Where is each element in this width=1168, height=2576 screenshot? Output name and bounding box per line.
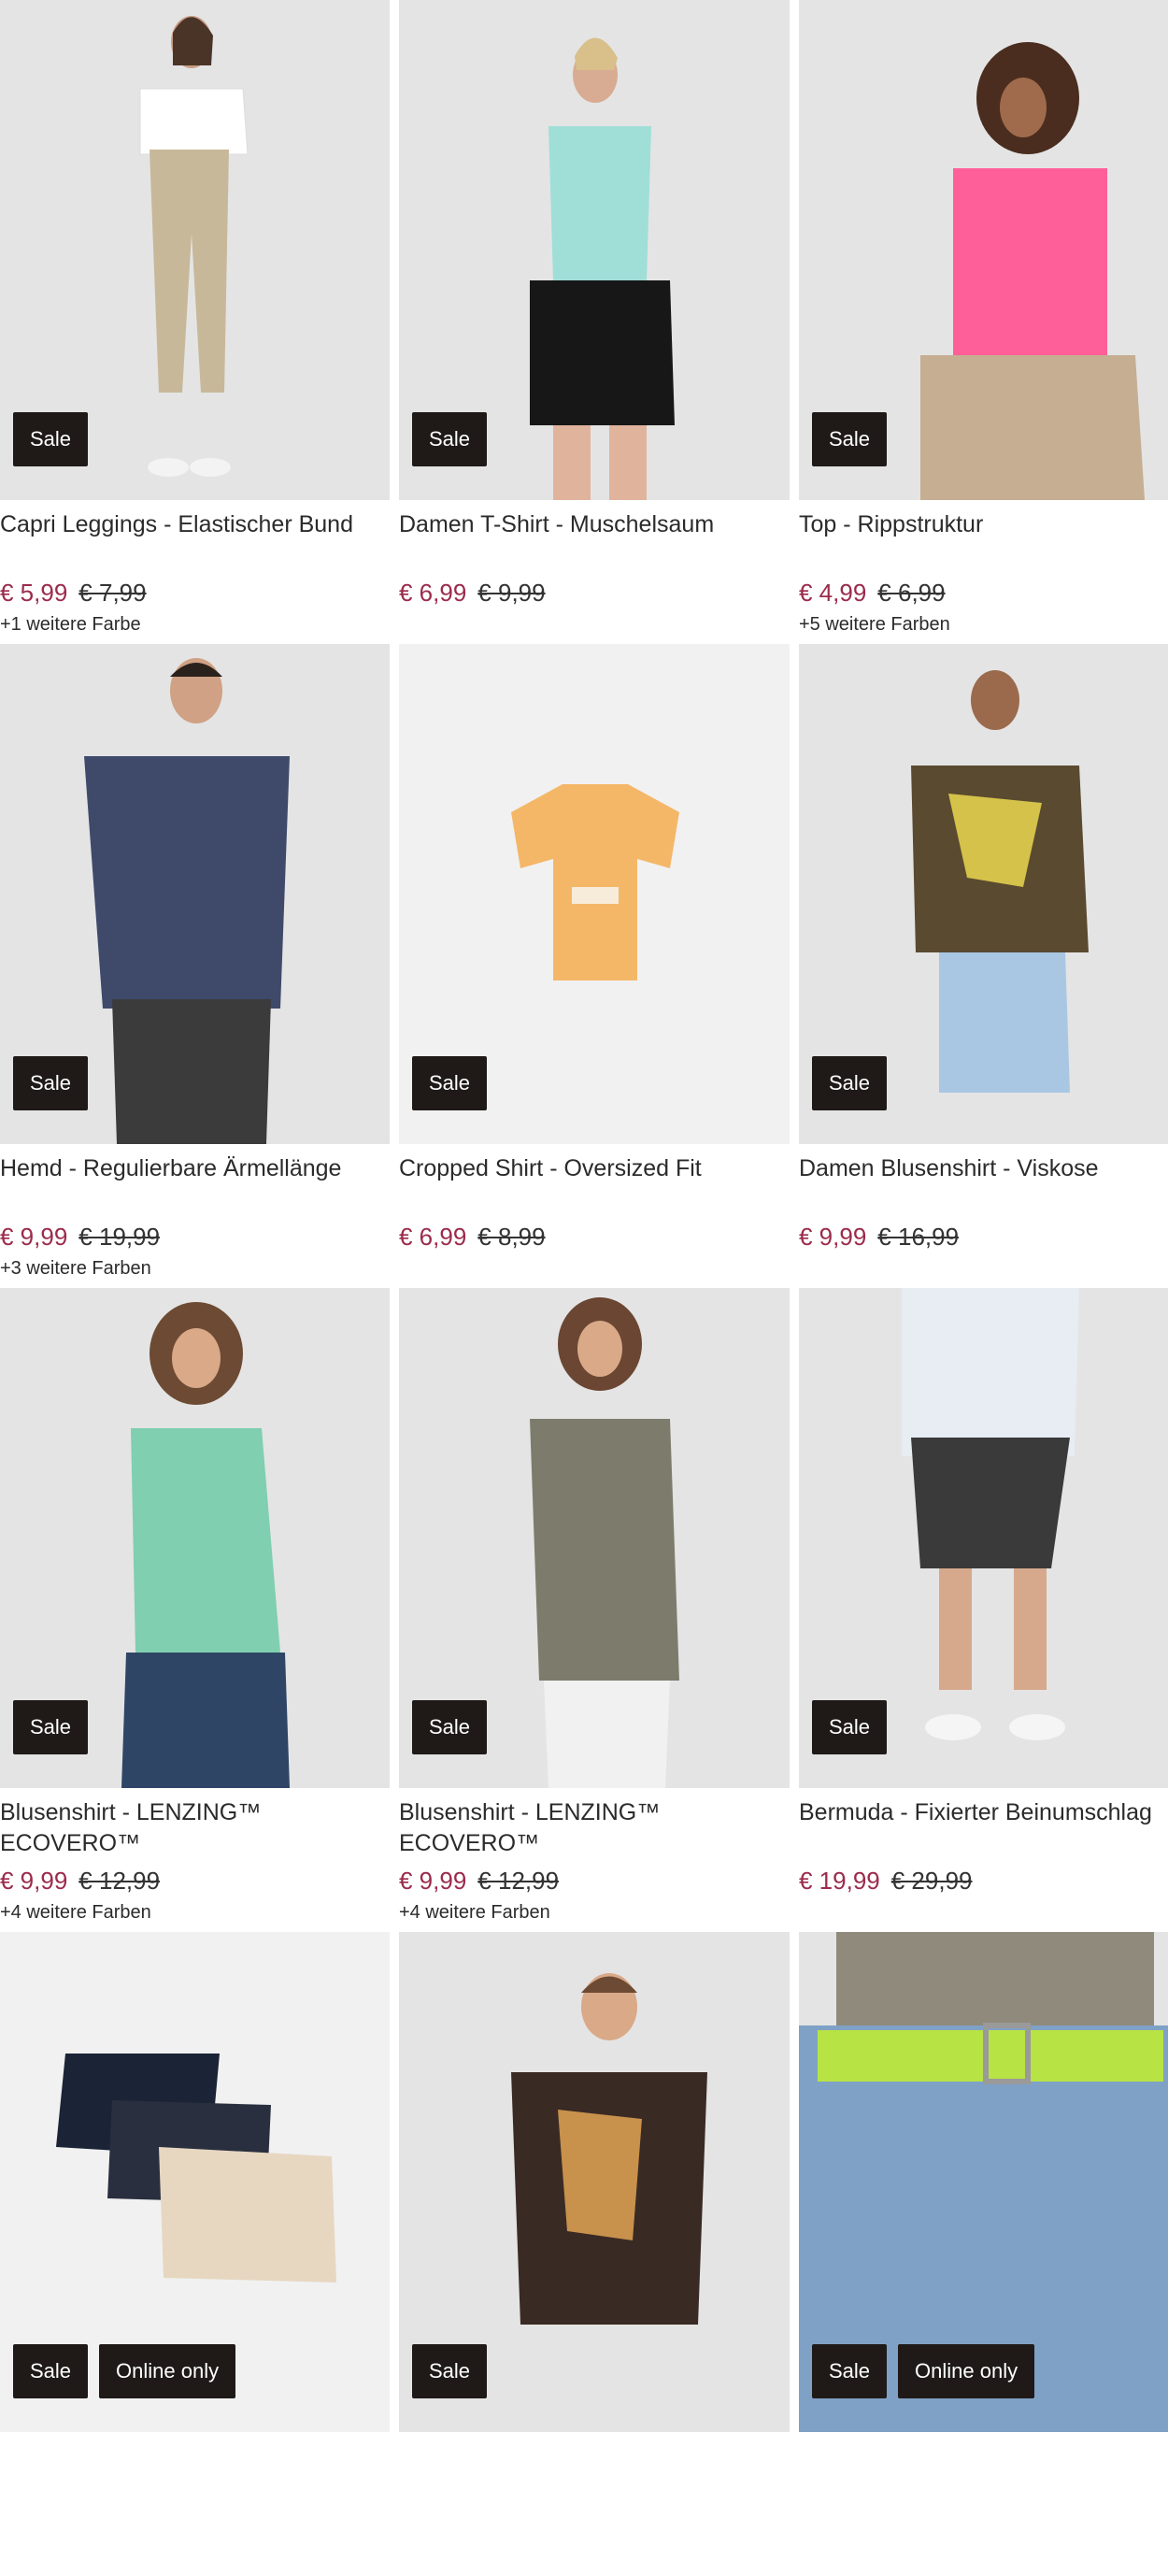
badge-group: Sale xyxy=(412,1056,488,1110)
price-row: € 9,99 € 16,99 xyxy=(799,1223,1168,1251)
price-row: € 6,99 € 8,99 xyxy=(399,1223,790,1251)
badge-group: Sale xyxy=(13,1700,89,1754)
sale-badge: Sale xyxy=(13,1700,89,1754)
color-count[interactable] xyxy=(399,614,790,638)
sale-price: € 9,99 xyxy=(399,1867,467,1895)
color-count[interactable]: +3 weitere Farben xyxy=(0,1258,390,1282)
product-card[interactable]: Sale Bermuda - Fixierter Beinumschlag € … xyxy=(799,1288,1168,1932)
original-price: € 9,99 xyxy=(477,579,546,607)
original-price: € 12,99 xyxy=(78,1867,161,1895)
badge-group: Sale xyxy=(812,1056,888,1110)
sale-badge: Sale xyxy=(812,412,888,466)
sale-badge: Sale xyxy=(812,1700,888,1754)
product-title[interactable]: Blusenshirt - LENZING™ ECOVERO™ xyxy=(0,1797,390,1859)
price-row: € 19,99 € 29,99 xyxy=(799,1867,1168,1895)
price-row: € 5,99 € 7,99 xyxy=(0,579,390,607)
product-title[interactable]: Damen T-Shirt - Muschelsaum xyxy=(399,509,790,571)
product-title[interactable]: Top - Rippstruktur xyxy=(799,509,1168,571)
sale-badge: Sale xyxy=(812,1056,888,1110)
sale-badge: Sale xyxy=(13,1056,89,1110)
sale-badge: Sale xyxy=(812,2344,888,2398)
color-count[interactable] xyxy=(799,1902,1168,1926)
original-price: € 6,99 xyxy=(877,579,946,607)
original-price: € 8,99 xyxy=(477,1223,546,1251)
sale-badge: Sale xyxy=(412,1700,488,1754)
product-card[interactable]: Sale Hemd - Regulierbare Ärmellänge € 9,… xyxy=(0,644,390,1288)
product-image[interactable]: Sale Online only xyxy=(0,1932,390,2432)
badge-group: Sale xyxy=(812,412,888,466)
sale-price: € 9,99 xyxy=(0,1223,68,1251)
product-card[interactable]: Sale Blusenshirt - LENZING™ ECOVERO™ € 9… xyxy=(0,1288,390,1932)
online-only-badge: Online only xyxy=(898,2344,1035,2398)
product-card[interactable]: Sale Damen Blusenshirt - Viskose € 9,99 €… xyxy=(799,644,1168,1288)
product-card[interactable]: Sale Online only xyxy=(0,1932,390,2576)
product-image[interactable]: Sale xyxy=(399,644,790,1144)
product-card[interactable]: Sale Top - Rippstruktur € 4,99 € 6,99 +5 … xyxy=(799,0,1168,644)
sale-badge: Sale xyxy=(13,2344,89,2398)
product-image[interactable]: Sale xyxy=(0,0,390,500)
product-card[interactable]: Sale Blusenshirt - LENZING™ ECOVERO™ € 9… xyxy=(399,1288,790,1932)
product-card[interactable]: Sale xyxy=(399,1932,790,2576)
sale-badge: Sale xyxy=(412,1056,488,1110)
product-title[interactable]: Blusenshirt - LENZING™ ECOVERO™ xyxy=(399,1797,790,1859)
color-count[interactable] xyxy=(399,1258,790,1282)
product-image[interactable]: Sale xyxy=(0,644,390,1144)
original-price: € 16,99 xyxy=(877,1223,960,1251)
product-card[interactable]: Sale Capri Leggings - Elastischer Bund €… xyxy=(0,0,390,644)
product-title[interactable]: Damen Blusenshirt - Viskose xyxy=(799,1153,1168,1215)
product-image[interactable]: Sale xyxy=(399,1932,790,2432)
product-image[interactable]: Sale Online only xyxy=(799,1932,1168,2432)
sale-price: € 5,99 xyxy=(0,579,68,607)
product-image[interactable]: Sale xyxy=(0,1288,390,1788)
sale-price: € 9,99 xyxy=(799,1223,867,1251)
product-card[interactable]: Sale Damen T-Shirt - Muschelsaum € 6,99 €… xyxy=(399,0,790,644)
color-count[interactable]: +5 weitere Farben xyxy=(799,614,1168,638)
sale-price: € 6,99 xyxy=(399,579,467,607)
product-image[interactable]: Sale xyxy=(799,0,1168,500)
badge-group: Sale Online only xyxy=(13,2344,236,2398)
product-title[interactable]: Capri Leggings - Elastischer Bund xyxy=(0,509,390,571)
product-card[interactable]: Sale Online only xyxy=(799,1932,1168,2576)
sale-badge: Sale xyxy=(412,2344,488,2398)
product-card[interactable]: Sale Cropped Shirt - Oversized Fit € 6,9… xyxy=(399,644,790,1288)
sale-price: € 4,99 xyxy=(799,579,867,607)
product-grid: Sale Capri Leggings - Elastischer Bund €… xyxy=(0,0,1168,2576)
product-image[interactable]: Sale xyxy=(399,0,790,500)
original-price: € 12,99 xyxy=(477,1867,560,1895)
product-title[interactable]: Cropped Shirt - Oversized Fit xyxy=(399,1153,790,1215)
badge-group: Sale xyxy=(412,412,488,466)
product-title[interactable]: Bermuda - Fixierter Beinumschlag xyxy=(799,1797,1168,1859)
badge-group: Sale Online only xyxy=(812,2344,1035,2398)
product-image[interactable]: Sale xyxy=(799,644,1168,1144)
badge-group: Sale xyxy=(412,2344,488,2398)
color-count[interactable]: +4 weitere Farben xyxy=(399,1902,790,1926)
original-price: € 7,99 xyxy=(78,579,147,607)
color-count[interactable]: +4 weitere Farben xyxy=(0,1902,390,1926)
sale-price: € 19,99 xyxy=(799,1867,880,1895)
badge-group: Sale xyxy=(412,1700,488,1754)
product-image[interactable]: Sale xyxy=(799,1288,1168,1788)
price-row: € 9,99 € 19,99 xyxy=(0,1223,390,1251)
original-price: € 29,99 xyxy=(890,1867,973,1895)
badge-group: Sale xyxy=(812,1700,888,1754)
sale-price: € 6,99 xyxy=(399,1223,467,1251)
original-price: € 19,99 xyxy=(78,1223,161,1251)
badge-group: Sale xyxy=(13,412,89,466)
color-count[interactable]: +1 weitere Farbe xyxy=(0,614,390,638)
product-title[interactable]: Hemd - Regulierbare Ärmellänge xyxy=(0,1153,390,1215)
color-count[interactable] xyxy=(799,1258,1168,1282)
badge-group: Sale xyxy=(13,1056,89,1110)
price-row: € 9,99 € 12,99 xyxy=(0,1867,390,1895)
price-row: € 6,99 € 9,99 xyxy=(399,579,790,607)
online-only-badge: Online only xyxy=(99,2344,236,2398)
sale-badge: Sale xyxy=(13,412,89,466)
price-row: € 4,99 € 6,99 xyxy=(799,579,1168,607)
price-row: € 9,99 € 12,99 xyxy=(399,1867,790,1895)
sale-badge: Sale xyxy=(412,412,488,466)
product-image[interactable]: Sale xyxy=(399,1288,790,1788)
sale-price: € 9,99 xyxy=(0,1867,68,1895)
